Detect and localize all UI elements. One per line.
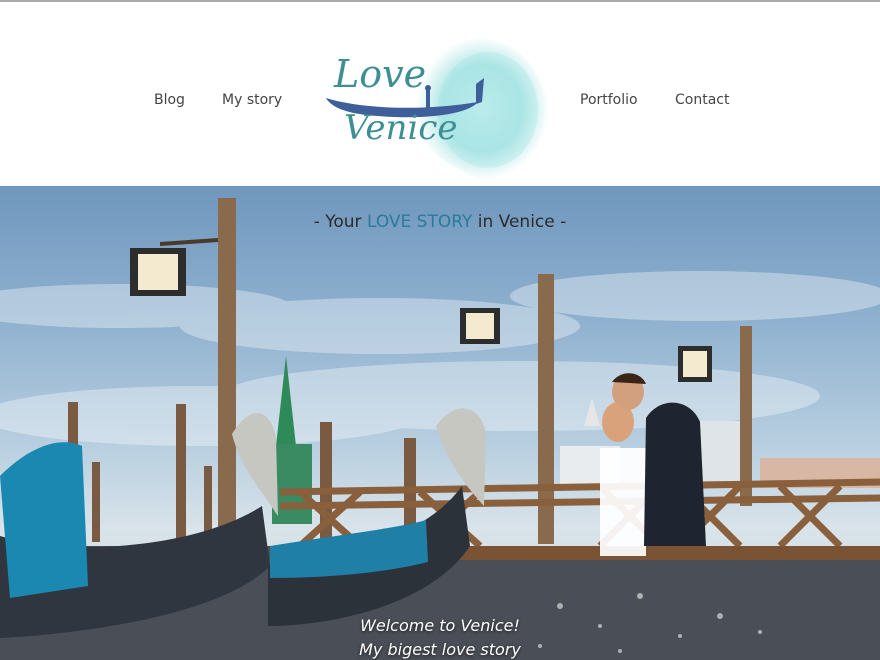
site-header: Blog My story Love Venice Portfolio Cont…: [0, 2, 880, 186]
hero-tagline: - Your LOVE STORY in Venice -: [0, 212, 880, 232]
hero-banner: - Your LOVE STORY in Venice - Welcome to…: [0, 186, 880, 660]
tagline-suffix: in Venice -: [472, 212, 567, 232]
nav-link-portfolio[interactable]: Portfolio: [580, 92, 638, 108]
hero-photo: [0, 198, 880, 660]
welcome-line-2: My bigest love story: [359, 640, 521, 659]
love-venice-logo[interactable]: Love Venice: [318, 32, 558, 186]
tagline-highlight: LOVE STORY: [366, 212, 473, 232]
nav-link-blog[interactable]: Blog: [154, 92, 185, 108]
logo-text-line2: Venice: [344, 108, 458, 148]
nav-link-contact[interactable]: Contact: [675, 92, 729, 108]
tagline-prefix: - Your: [313, 212, 367, 232]
nav-link-my-story[interactable]: My story: [222, 92, 282, 108]
welcome-line-1: Welcome to Venice!: [360, 616, 520, 635]
logo-text-line1: Love: [334, 52, 427, 96]
